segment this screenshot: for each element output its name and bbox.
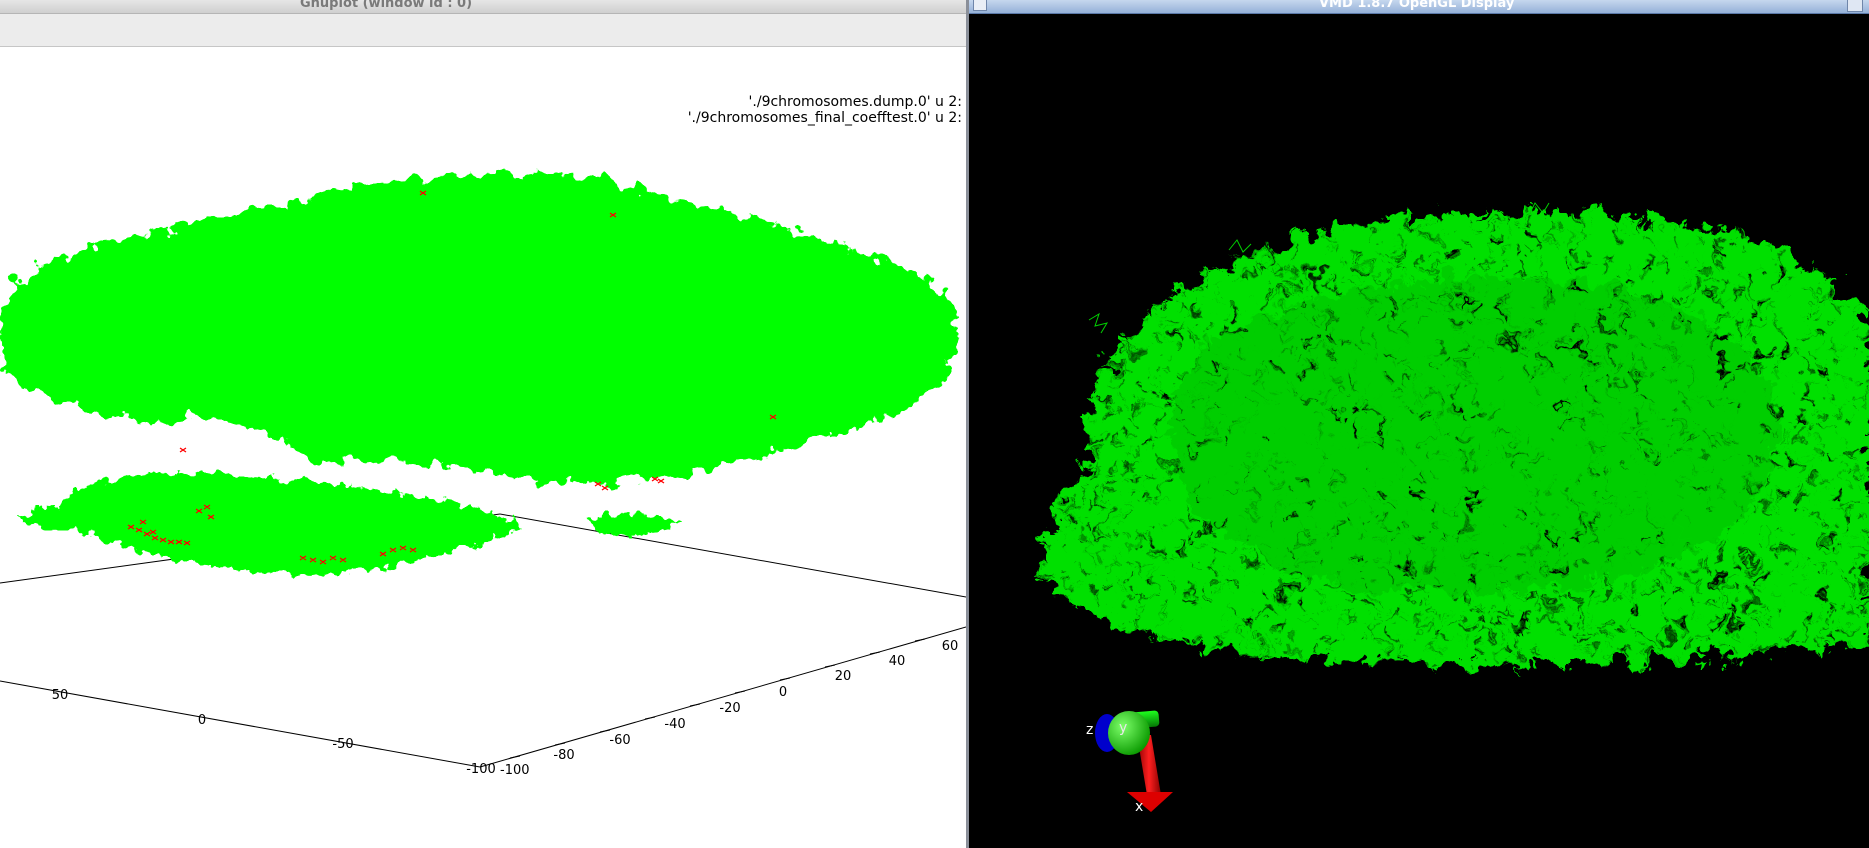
tick-label: -100 <box>466 762 496 777</box>
gnuplot-3d-plot[interactable]: './9chromosomes.dump.0' u 2: './9chromos… <box>0 47 966 848</box>
tick-label: 40 <box>889 654 906 669</box>
back-right-axis-line <box>499 513 966 598</box>
tick-mark <box>644 716 656 720</box>
front-right-axis-line <box>479 626 966 768</box>
gnuplot-window-title: Gnuplot (window id : 0) <box>300 0 473 11</box>
tick-label: -60 <box>609 733 630 748</box>
series-dump-points <box>0 171 958 575</box>
vmd-window-title: VMD 1.8.7 OpenGL Display <box>1319 0 1515 11</box>
window-menu-icon[interactable] <box>973 0 987 11</box>
tick-label: -40 <box>664 717 685 732</box>
tick-mark <box>554 742 566 746</box>
gnuplot-toolbar <box>0 14 966 47</box>
x-axis-label: x <box>1135 799 1143 815</box>
legend-entry-dump: './9chromosomes.dump.0' u 2: <box>749 94 962 110</box>
chromosome-structure <box>1041 202 1869 662</box>
gnuplot-window[interactable]: Gnuplot (window id : 0) './9chromosomes.… <box>0 0 966 848</box>
tick-label: 0 <box>198 713 206 728</box>
vmd-opengl-display[interactable]: z y x <box>969 14 1869 848</box>
vmd-title-bar[interactable]: VMD 1.8.7 OpenGL Display <box>969 0 1869 14</box>
tick-mark <box>779 677 791 681</box>
legend-entry-coefftest: './9chromosomes_final_coefftest.0' u 2: <box>688 110 962 126</box>
y-axis-label: y <box>1119 720 1127 736</box>
tick-label: -50 <box>332 737 353 752</box>
tick-mark <box>509 755 521 759</box>
gnuplot-title-bar[interactable]: Gnuplot (window id : 0) <box>0 0 966 14</box>
front-left-axis-line <box>0 680 481 768</box>
z-axis-label: z <box>1086 722 1093 738</box>
tick-label: -20 <box>719 701 740 716</box>
tick-label: 60 <box>942 639 959 654</box>
window-close-button[interactable] <box>1847 0 1863 12</box>
tick-label: -100 <box>500 763 530 778</box>
tick-label: 20 <box>835 669 852 684</box>
tick-mark <box>689 703 701 707</box>
tick-mark <box>599 729 611 733</box>
orientation-axes: z y x <box>1086 710 1173 815</box>
tick-label: 0 <box>779 685 787 700</box>
tick-mark <box>824 664 836 668</box>
axes-origin-sphere <box>1108 711 1150 755</box>
vmd-window[interactable]: VMD 1.8.7 OpenGL Display z y x <box>969 0 1869 848</box>
tick-label: 50 <box>52 688 69 703</box>
tick-label: -80 <box>553 748 574 763</box>
tick-mark <box>734 690 746 694</box>
x-axis-arrowhead <box>1127 792 1173 812</box>
